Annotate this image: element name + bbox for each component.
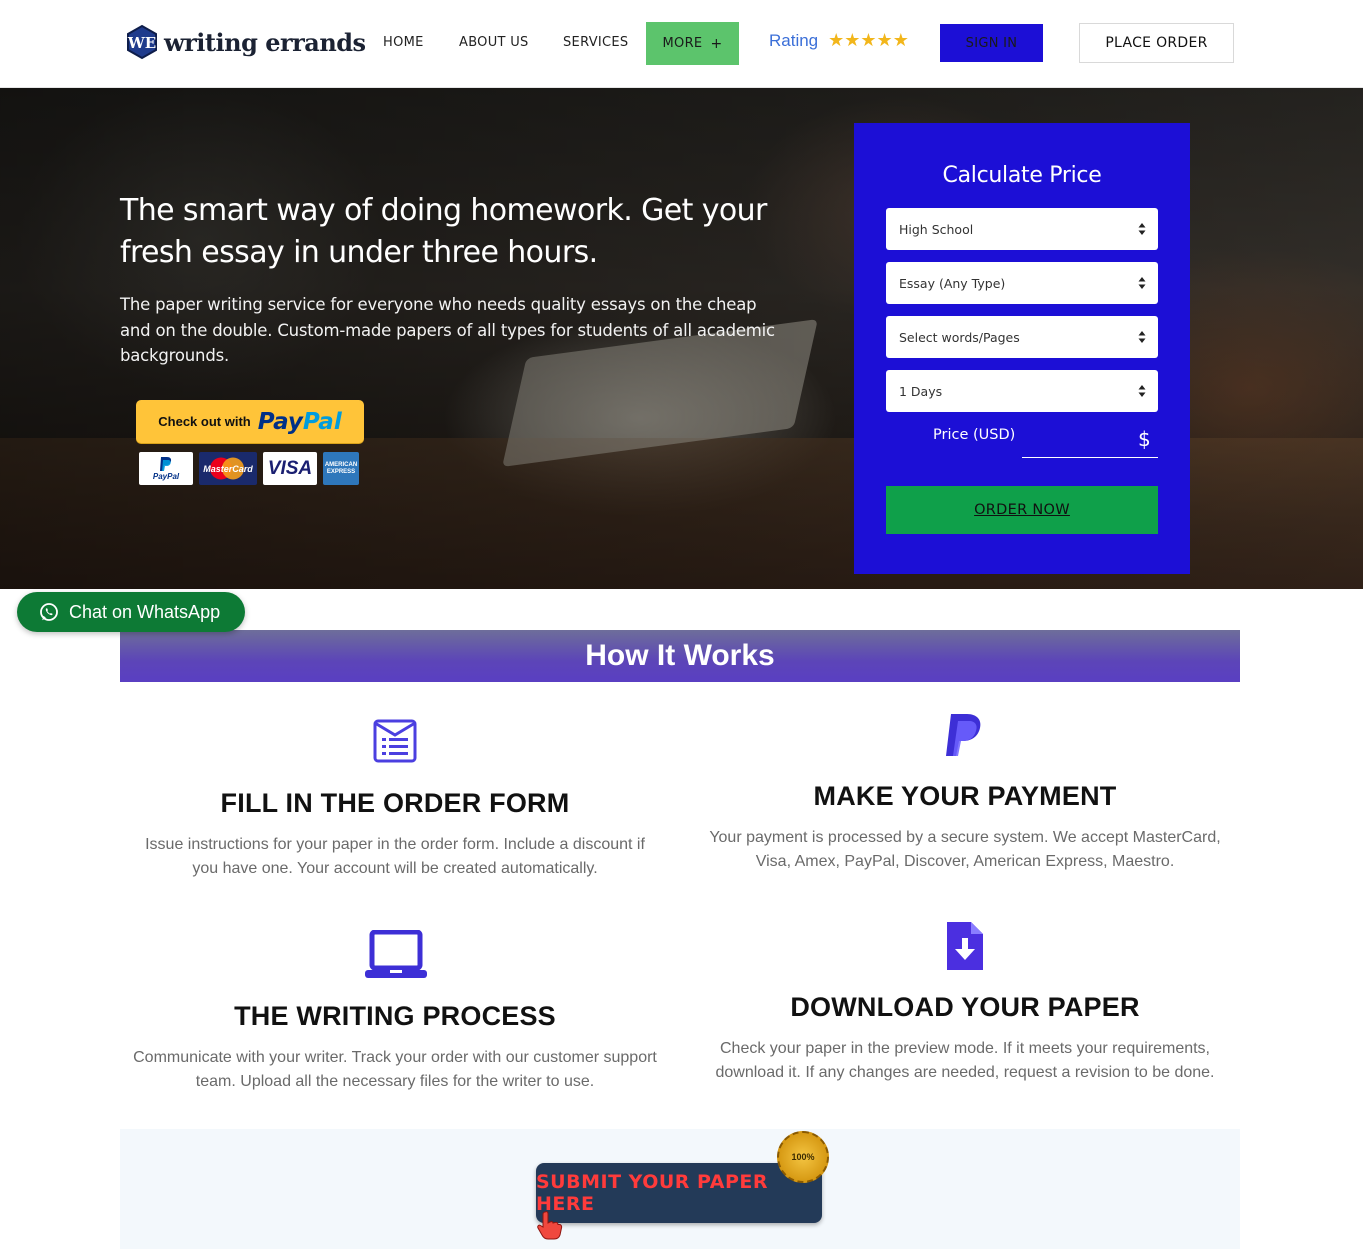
svg-text:WE: WE: [127, 34, 156, 52]
step-4-title: DOWNLOAD YOUR PAPER: [790, 992, 1140, 1022]
nav-home[interactable]: HOME: [383, 35, 424, 50]
site-logo[interactable]: WE writing errands: [124, 20, 366, 64]
how-it-works-title: How It Works: [585, 639, 775, 672]
sign-in-button[interactable]: SIGN IN: [940, 24, 1043, 62]
step-1-title: FILL IN THE ORDER FORM: [220, 788, 570, 818]
step-4-description: Check your paper in the preview mode. If…: [715, 1040, 1215, 1081]
pages-select[interactable]: Select words/Pages: [886, 316, 1158, 358]
select-arrows-icon: [1138, 331, 1146, 343]
plus-icon: +: [710, 35, 723, 52]
submit-paper-label: SUBMIT YOUR PAPER HERE: [536, 1171, 768, 1215]
paypal-logo-pay: Pay: [257, 408, 303, 435]
step-2-description: Your payment is processed by a secure sy…: [709, 829, 1221, 870]
payment-cards: PayPal MasterCard VISA AMERICAN EXPRESS: [139, 452, 359, 485]
calculator-title: Calculate Price: [942, 163, 1102, 188]
amex-card-icon: AMERICAN EXPRESS: [323, 452, 359, 485]
site-header: WE writing errands HOME ABOUT US SERVICE…: [0, 0, 1363, 88]
whatsapp-label: Chat on WhatsApp: [69, 601, 221, 622]
hero-subtitle: The paper writing service for everyone w…: [120, 295, 775, 365]
hero-title: The smart way of doing homework. Get you…: [120, 193, 767, 270]
how-it-works-header: How It Works: [120, 630, 1240, 682]
paypal-card-icon: PayPal: [139, 452, 193, 485]
academic-level-value: High School: [899, 221, 974, 237]
rating: Rating ★★★★★: [769, 30, 909, 51]
laptop-icon: [365, 930, 427, 978]
place-order-button[interactable]: PLACE ORDER: [1079, 23, 1234, 63]
whatsapp-icon: [40, 603, 58, 621]
logo-text: writing errands: [164, 27, 366, 57]
step-2-title: MAKE YOUR PAYMENT: [813, 781, 1117, 811]
price-calculator: Calculate Price High School Essay (Any T…: [854, 123, 1190, 574]
paypal-logo-pal: Pal: [302, 408, 342, 435]
mastercard-icon: MasterCard: [199, 452, 257, 485]
paypal-icon: [946, 714, 981, 756]
submit-paper-button[interactable]: SUBMIT YOUR PAPER HERE: [536, 1163, 822, 1223]
dollar-icon: $: [1138, 427, 1151, 451]
step-1-description: Issue instructions for your paper in the…: [145, 836, 645, 877]
price-underline: [1022, 457, 1158, 458]
nav-services[interactable]: SERVICES: [563, 35, 628, 50]
select-arrows-icon: [1138, 277, 1146, 289]
order-form-icon: [373, 719, 417, 763]
whatsapp-chat-button[interactable]: Chat on WhatsApp: [17, 592, 245, 632]
pages-value: Select words/Pages: [899, 329, 1020, 345]
nav-about-us[interactable]: ABOUT US: [459, 35, 529, 50]
step-3-content: THE WRITING PROCESS Communicate with you…: [120, 1001, 670, 1094]
select-arrows-icon: [1138, 223, 1146, 235]
step-4-content: DOWNLOAD YOUR PAPER Check your paper in …: [690, 992, 1240, 1085]
step-2-content: MAKE YOUR PAYMENT Your payment is proces…: [690, 781, 1240, 874]
logo-mark-icon: WE: [124, 24, 160, 60]
step-3-description: Communicate with your writer. Track your…: [133, 1049, 657, 1090]
mastercard-label: MasterCard: [203, 463, 253, 474]
deadline-value: 1 Days: [899, 383, 943, 399]
paypal-checkout-button[interactable]: Check out with Pay Pal: [136, 400, 364, 443]
step-1-content: FILL IN THE ORDER FORM Issue instruction…: [120, 788, 670, 881]
order-now-button[interactable]: ORDER NOW: [886, 486, 1158, 534]
star-rating-icon: ★★★★★: [828, 30, 909, 50]
price-display: Price (USD) $: [886, 421, 1158, 459]
academic-level-select[interactable]: High School: [886, 208, 1158, 250]
paypal-card-label: PayPal: [152, 472, 180, 481]
select-arrows-icon: [1138, 385, 1146, 397]
visa-card-icon: VISA: [263, 452, 317, 485]
pointer-hand-icon: [537, 1211, 563, 1240]
paper-type-select[interactable]: Essay (Any Type): [886, 262, 1158, 304]
quality-seal-icon: 100%: [777, 1131, 829, 1183]
rating-label: Rating: [769, 30, 819, 50]
more-label: MORE: [662, 36, 703, 51]
step-3-title: THE WRITING PROCESS: [234, 1001, 556, 1031]
more-menu-button[interactable]: MORE +: [646, 22, 739, 65]
download-file-icon: [947, 922, 983, 970]
price-label: Price (USD): [933, 427, 1016, 443]
paper-type-value: Essay (Any Type): [899, 275, 1006, 291]
paypal-prefix: Check out with: [158, 414, 251, 429]
seal-text: 100%: [791, 1152, 815, 1162]
deadline-select[interactable]: 1 Days: [886, 370, 1158, 412]
